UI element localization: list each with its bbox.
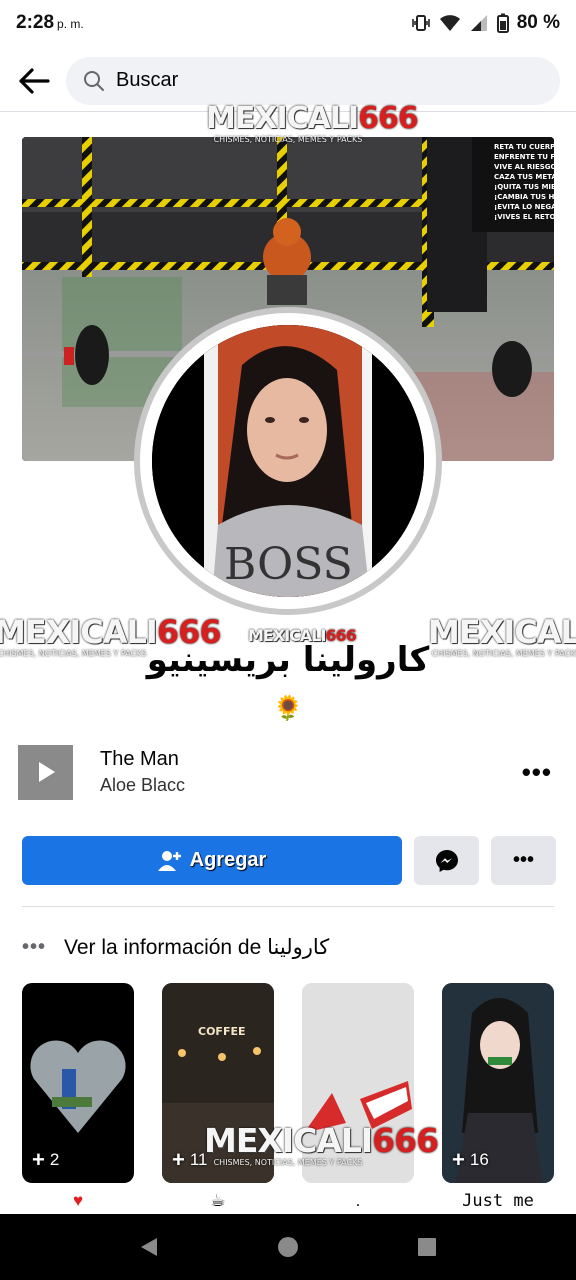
featured-highlights: +2 ♥ COFFEE +11 ☕ . +16 Just me: [22, 983, 554, 1213]
featured-item[interactable]: +2 ♥: [22, 983, 134, 1215]
featured-count: +11: [172, 1147, 208, 1172]
featured-count: +16: [452, 1147, 489, 1172]
status-time: 2:28 p. m.: [16, 12, 84, 33]
svg-text:ENFRENTE TU FORTALEZA: ENFRENTE TU FORTALEZA: [494, 153, 554, 161]
add-friend-icon: [157, 850, 181, 871]
song-title: The Man: [100, 748, 179, 770]
svg-text:¡CAMBIA TUS HÁBITOS: ¡CAMBIA TUS HÁBITOS: [494, 192, 554, 201]
play-icon: [38, 762, 55, 782]
profile-picture[interactable]: BOSS: [134, 307, 442, 615]
svg-text:RETA TU CUERPO: RETA TU CUERPO: [494, 143, 554, 151]
messenger-icon: [435, 849, 458, 872]
status-icons: 80 %: [411, 12, 560, 34]
featured-caption: .: [355, 1191, 361, 1210]
battery-icon: [496, 13, 509, 33]
nav-home-icon[interactable]: [276, 1235, 300, 1259]
search-icon: [84, 70, 104, 91]
watermark-logo-bottom: MEXICALI666 CHISMES, NOTICIAS, MEMES Y P…: [204, 1121, 439, 1167]
status-bar: 2:28 p. m. 80 %: [0, 0, 576, 46]
nav-recents-icon[interactable]: [415, 1235, 439, 1259]
profile-name: كارولينا بريسينيو: [146, 640, 430, 680]
music-more-button[interactable]: •••: [522, 757, 552, 788]
message-button[interactable]: [414, 836, 479, 885]
featured-item[interactable]: .: [302, 983, 414, 1215]
back-arrow-icon: [19, 67, 50, 94]
more-dots-label: •••: [512, 849, 534, 871]
profile-shirt-text: BOSS: [224, 539, 353, 590]
featured-caption: ♥: [72, 1191, 84, 1210]
profile-music[interactable]: The Man Aloe Blacc •••: [18, 744, 558, 800]
status-ampm: p. m.: [57, 17, 84, 31]
featured-card[interactable]: +2: [22, 983, 134, 1183]
profile-bio: 🌻: [273, 695, 303, 722]
profile-more-button[interactable]: •••: [491, 836, 556, 885]
wifi-icon: [439, 14, 461, 32]
featured-count: +2: [32, 1147, 60, 1172]
divider: [22, 906, 554, 907]
featured-item[interactable]: +16 Just me: [442, 983, 554, 1215]
profile-picture-image: BOSS: [152, 325, 424, 597]
see-about-text: Ver la información de كارولينا: [64, 935, 330, 959]
svg-text:¡EVITA LO NEGATIVO: ¡EVITA LO NEGATIVO: [494, 203, 554, 211]
add-friend-button[interactable]: Agregar: [22, 836, 402, 885]
system-nav-bar: [0, 1214, 576, 1280]
svg-text:¡QUITA TUS MIEDOS: ¡QUITA TUS MIEDOS: [494, 183, 554, 191]
vibrate-icon: [411, 14, 431, 32]
svg-text:CAZA TUS METAS: CAZA TUS METAS: [494, 173, 554, 181]
song-artist: Aloe Blacc: [100, 775, 186, 795]
battery-percent: 80 %: [516, 12, 560, 33]
featured-caption: Just me: [462, 1191, 534, 1211]
profile-actions: Agregar •••: [22, 836, 556, 885]
back-button[interactable]: [16, 63, 52, 99]
see-about-info[interactable]: ••• Ver la información de كارولينا: [22, 930, 554, 964]
info-dots-icon: •••: [22, 935, 47, 958]
svg-text:¡VIVES EL RETO?: ¡VIVES EL RETO?: [494, 213, 554, 221]
album-art[interactable]: [18, 744, 73, 800]
featured-item[interactable]: COFFEE +11 ☕: [162, 983, 274, 1215]
search-input[interactable]: Buscar: [66, 56, 560, 105]
coffee-sign-text: COFFEE: [198, 1025, 245, 1038]
signal-icon: [469, 14, 489, 32]
add-friend-label: Agregar: [189, 849, 267, 871]
nav-back-icon[interactable]: [137, 1235, 161, 1259]
search-placeholder: Buscar: [116, 69, 179, 91]
svg-text:VIVE AL RIESGO: VIVE AL RIESGO: [494, 163, 554, 171]
featured-card[interactable]: +16: [442, 983, 554, 1183]
watermark-logo-top: MEXICALI666 CHISMES, NOTICIAS, MEMES Y P…: [206, 101, 419, 144]
featured-caption: ☕: [210, 1191, 226, 1210]
